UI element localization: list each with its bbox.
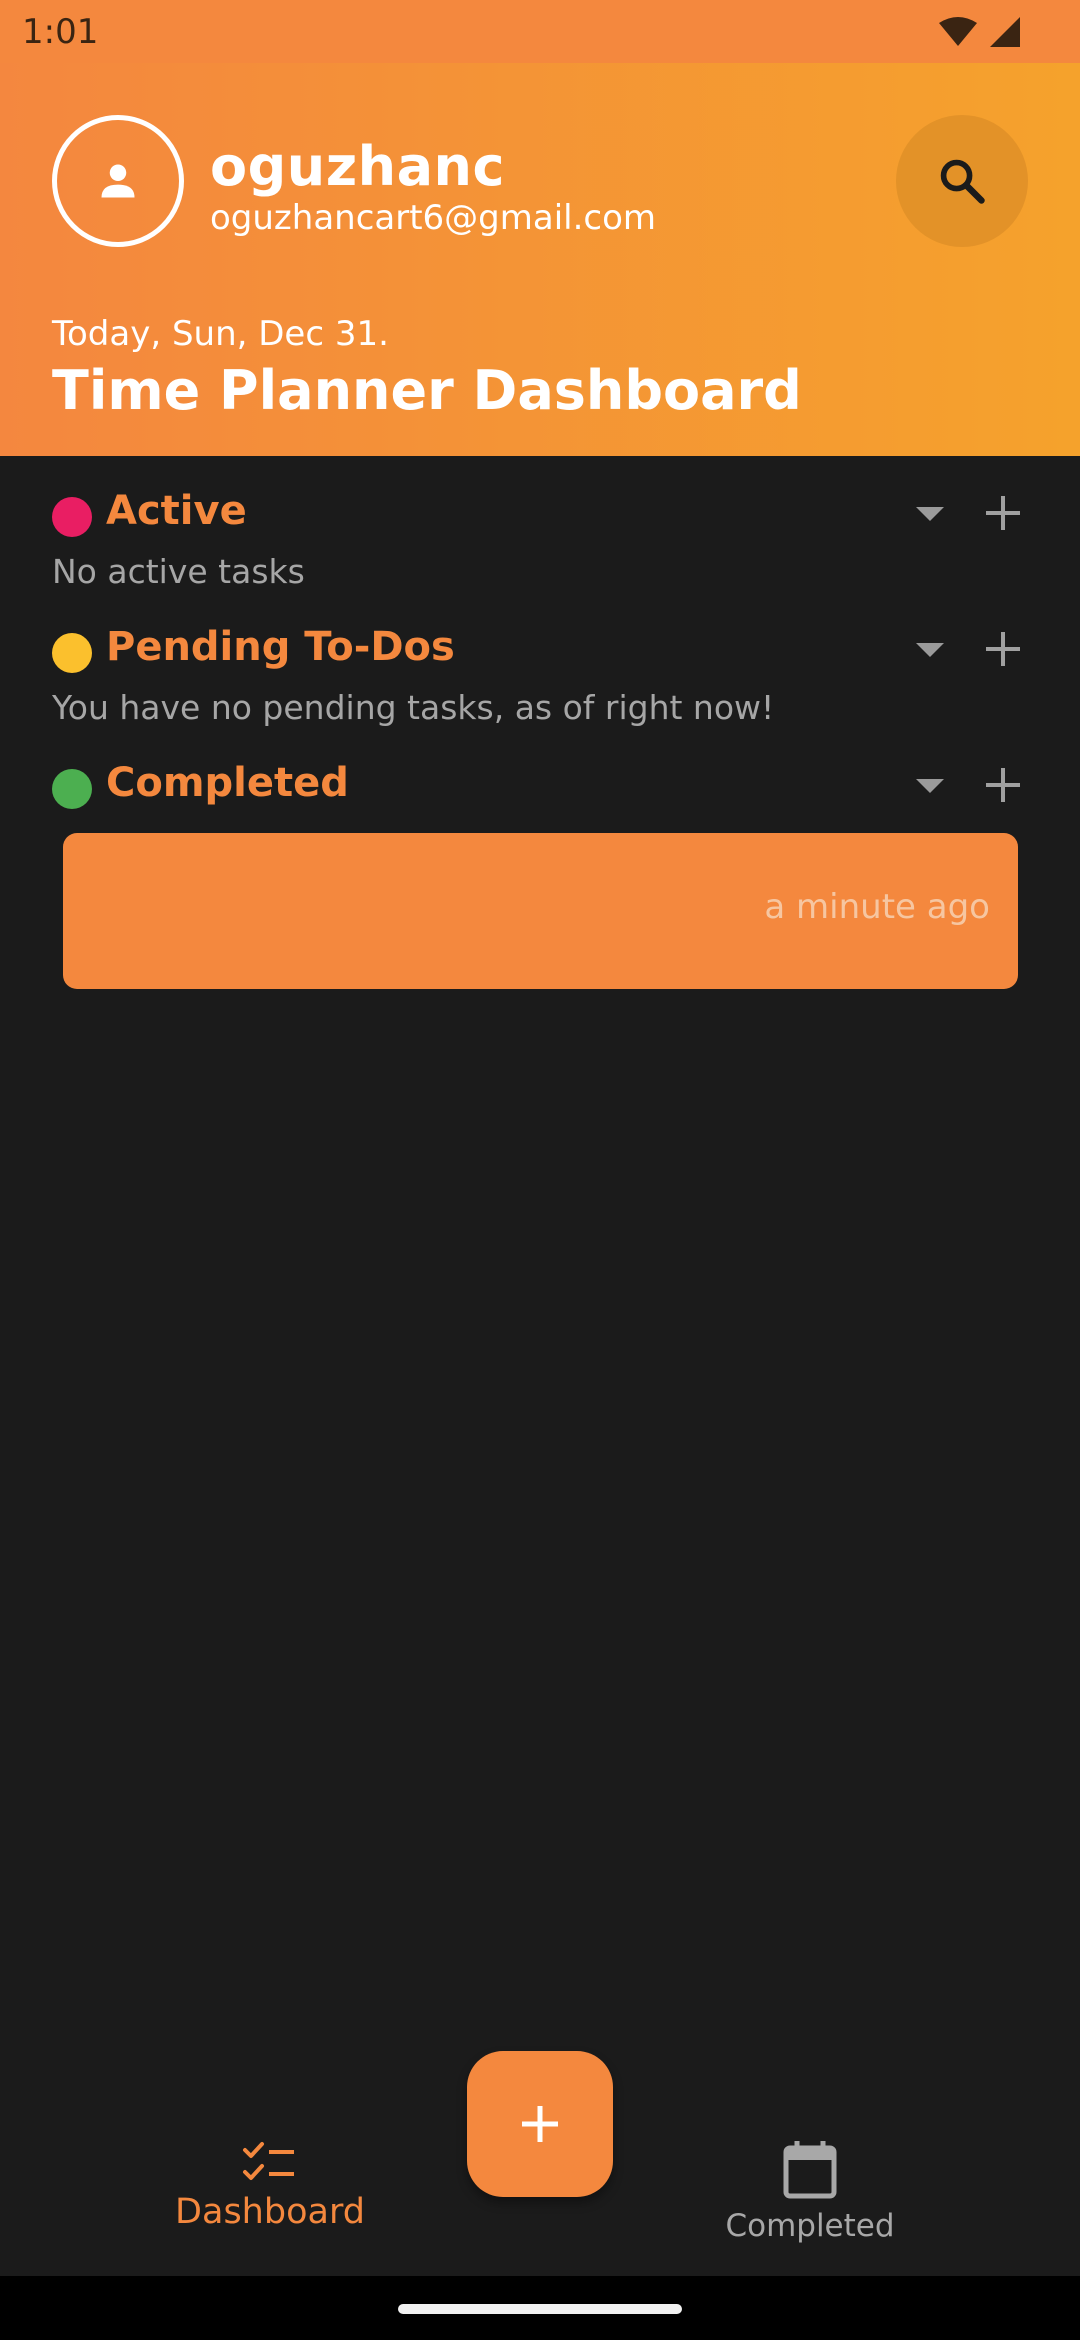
task-time-ago: a minute ago xyxy=(764,887,990,927)
gesture-navigation-bar xyxy=(0,2276,1080,2340)
search-button[interactable] xyxy=(896,115,1028,247)
page-title: Time Planner Dashboard xyxy=(52,359,802,422)
status-icons xyxy=(938,16,1022,48)
dropdown-arrow-icon[interactable] xyxy=(912,640,948,660)
status-dot-active xyxy=(52,497,92,537)
section-title-active: Active xyxy=(106,488,247,534)
section-message-pending: You have no pending tasks, as of right n… xyxy=(52,688,775,727)
add-icon[interactable] xyxy=(982,764,1024,806)
wifi-icon xyxy=(939,16,977,46)
screen: 1:01 oguzhanc oguzhancart6@gmail.com Tod… xyxy=(0,0,1080,2340)
status-time: 1:01 xyxy=(22,11,99,52)
user-name: oguzhanc xyxy=(210,135,505,198)
home-gesture-handle[interactable] xyxy=(398,2304,682,2314)
dropdown-arrow-icon[interactable] xyxy=(912,776,948,796)
avatar[interactable] xyxy=(52,115,184,247)
nav-item-completed[interactable]: Completed xyxy=(660,2140,960,2244)
add-task-fab[interactable] xyxy=(467,2051,613,2197)
add-icon[interactable] xyxy=(982,628,1024,670)
nav-label-completed: Completed xyxy=(725,2208,895,2244)
section-title-completed: Completed xyxy=(106,760,349,806)
add-icon[interactable] xyxy=(982,492,1024,534)
date-text: Today, Sun, Dec 31. xyxy=(52,314,389,354)
nav-label-dashboard: Dashboard xyxy=(175,2192,365,2232)
section-header-active: Active xyxy=(52,486,1028,546)
person-icon xyxy=(101,164,135,198)
nav-item-dashboard[interactable]: Dashboard xyxy=(120,2140,420,2232)
dropdown-arrow-icon[interactable] xyxy=(912,504,948,524)
status-dot-completed xyxy=(52,769,92,809)
dashboard-header: oguzhanc oguzhancart6@gmail.com Today, S… xyxy=(0,63,1080,456)
search-icon xyxy=(940,159,985,204)
section-header-pending: Pending To-Dos xyxy=(52,622,1028,682)
section-title-pending: Pending To-Dos xyxy=(106,624,455,670)
calendar-icon xyxy=(783,2141,837,2199)
user-email: oguzhancart6@gmail.com xyxy=(210,198,657,238)
status-dot-pending xyxy=(52,633,92,673)
cellular-signal-icon xyxy=(990,16,1020,47)
section-header-completed: Completed xyxy=(52,758,1028,818)
status-bar: 1:01 xyxy=(0,0,1080,63)
section-message-active: No active tasks xyxy=(52,552,305,591)
plus-icon xyxy=(522,2106,558,2142)
completed-task-card[interactable]: a minute ago xyxy=(63,833,1018,989)
checklist-icon xyxy=(243,2142,294,2180)
